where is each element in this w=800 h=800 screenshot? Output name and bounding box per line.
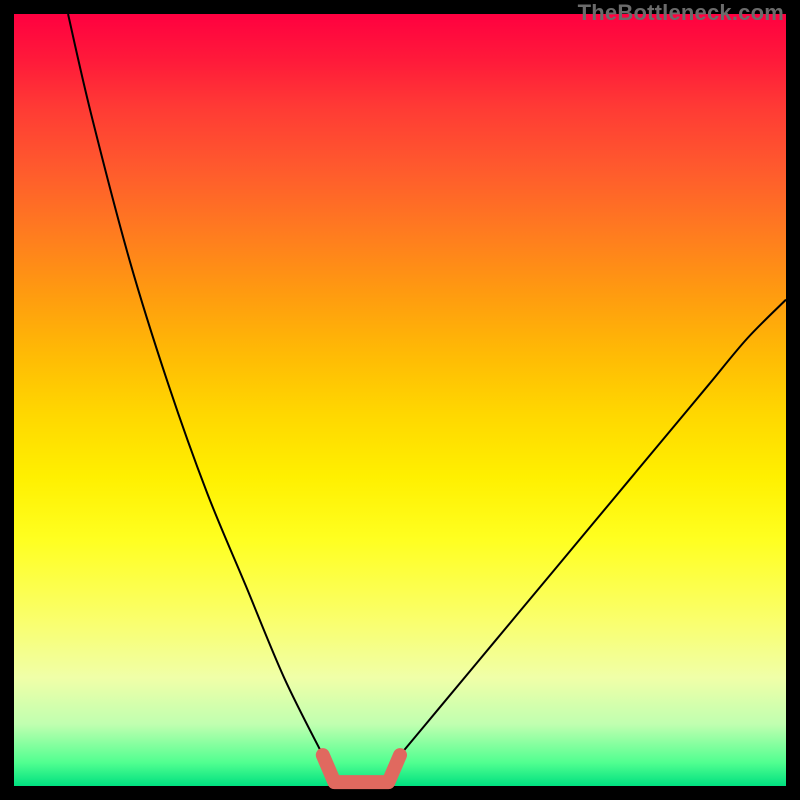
optimal-highlight [323, 755, 400, 782]
bottleneck-curve-left [68, 14, 323, 755]
bottleneck-curve-right [400, 300, 786, 755]
chart-overlay [14, 14, 786, 786]
